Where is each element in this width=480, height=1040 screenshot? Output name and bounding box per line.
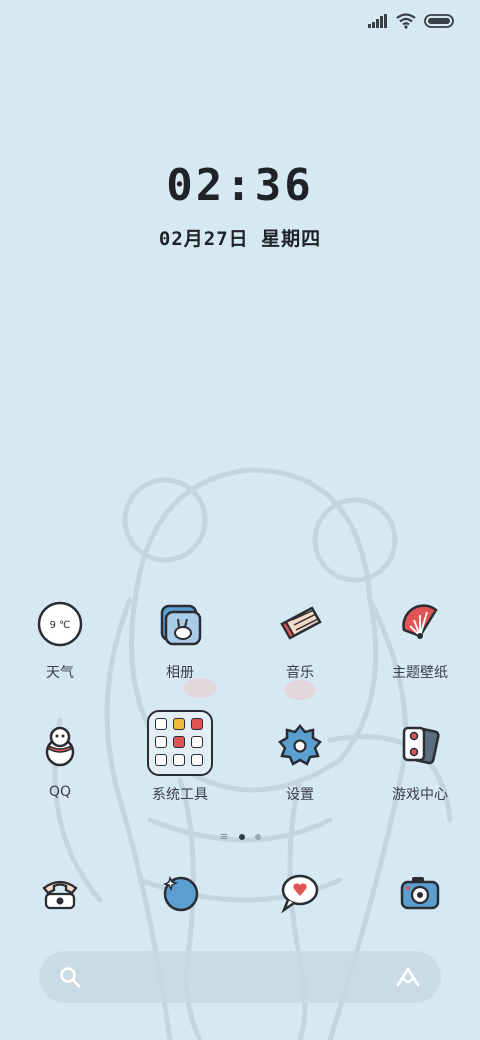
camera-icon bbox=[394, 866, 446, 918]
themes-icon bbox=[394, 598, 446, 650]
status-bar bbox=[368, 10, 454, 32]
system-tools-folder-icon bbox=[147, 710, 213, 776]
app-label: 主题壁纸 bbox=[392, 665, 448, 681]
wifi-icon bbox=[396, 13, 416, 29]
app-gallery[interactable]: 相册 bbox=[120, 598, 240, 682]
battery-icon bbox=[424, 14, 454, 28]
search-icon[interactable] bbox=[59, 966, 81, 988]
assistant-icon[interactable] bbox=[395, 966, 421, 988]
page-dot-active[interactable] bbox=[238, 833, 245, 840]
app-label: 音乐 bbox=[286, 665, 314, 681]
lockscreen-clock: 02:36 bbox=[166, 160, 314, 211]
dock-camera[interactable] bbox=[360, 866, 480, 918]
app-drawer-menu-icon[interactable]: ≡ bbox=[219, 830, 228, 843]
app-themes[interactable]: 主题壁纸 bbox=[360, 598, 480, 682]
dock-browser[interactable] bbox=[120, 866, 240, 918]
page-dot[interactable] bbox=[254, 833, 261, 840]
music-icon bbox=[274, 598, 326, 650]
app-grid-row-1: 9 ℃ 天气 相册 音乐 主题壁纸 bbox=[0, 598, 480, 682]
gallery-icon bbox=[154, 598, 206, 650]
app-label: QQ bbox=[48, 784, 72, 800]
dock bbox=[0, 866, 480, 918]
page-indicator[interactable]: ≡ bbox=[0, 830, 480, 843]
weather-icon: 9 ℃ bbox=[34, 598, 86, 650]
phone-icon bbox=[34, 866, 86, 918]
dock-messages[interactable] bbox=[240, 866, 360, 918]
app-grid-row-2: QQ 系统工具 设置 游戏中心 bbox=[0, 710, 480, 804]
signal-icon bbox=[368, 14, 387, 28]
lockscreen-date: 02月27日 星期四 bbox=[158, 228, 322, 250]
app-game-center[interactable]: 游戏中心 bbox=[360, 720, 480, 804]
app-qq[interactable]: QQ bbox=[0, 720, 120, 804]
search-bar[interactable] bbox=[39, 951, 441, 1003]
app-music[interactable]: 音乐 bbox=[240, 598, 360, 682]
qq-penguin-icon bbox=[34, 720, 86, 772]
game-center-icon bbox=[394, 720, 446, 772]
app-label: 设置 bbox=[286, 787, 314, 803]
weather-temp: 9 ℃ bbox=[50, 620, 71, 631]
settings-gear-icon bbox=[274, 720, 326, 772]
app-system-tools-folder[interactable]: 系统工具 bbox=[120, 710, 240, 804]
messages-icon bbox=[274, 866, 326, 918]
app-weather[interactable]: 9 ℃ 天气 bbox=[0, 598, 120, 682]
app-label: 系统工具 bbox=[152, 787, 208, 803]
app-label: 相册 bbox=[166, 665, 194, 681]
dock-phone[interactable] bbox=[0, 866, 120, 918]
app-label: 天气 bbox=[46, 665, 74, 681]
browser-icon bbox=[154, 866, 206, 918]
app-settings[interactable]: 设置 bbox=[240, 720, 360, 804]
app-label: 游戏中心 bbox=[392, 787, 448, 803]
